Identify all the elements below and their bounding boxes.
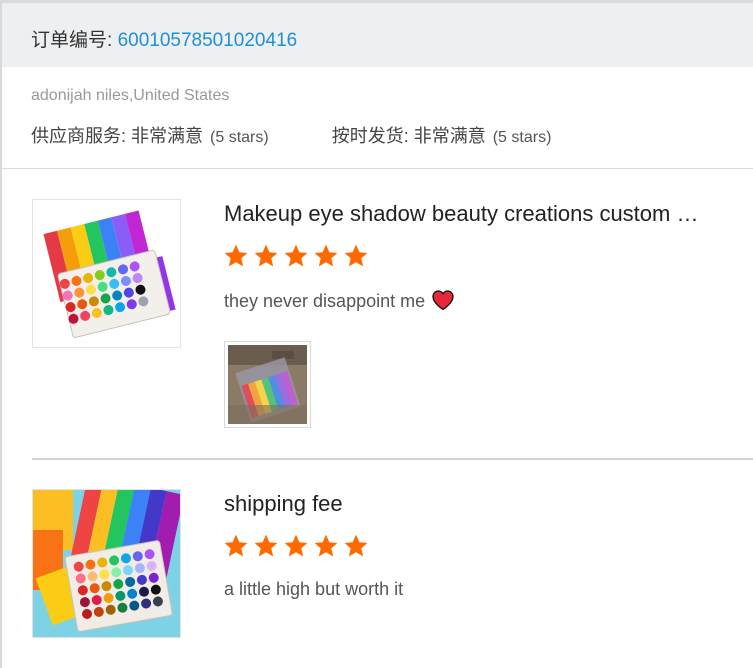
- seller-ratings: 供应商服务: 非常满意 (5 stars) 按时发货: 非常满意 (5 stars): [31, 122, 551, 148]
- on-time-shipping-rating: 按时发货: 非常满意 (5 stars): [332, 122, 552, 148]
- star-icon: [254, 534, 278, 557]
- product-title-link[interactable]: Makeup eye shadow beauty creations custo…: [224, 201, 729, 227]
- feedback-panel: 订单编号: 60010578501020416 adonijah niles,U…: [0, 0, 753, 668]
- buyer-info: adonijah niles,United States: [31, 87, 230, 104]
- rating-value: 非常满意: [131, 126, 204, 146]
- product-thumbnail[interactable]: [32, 199, 181, 348]
- rating-stars-text: (5 stars): [492, 129, 552, 146]
- review-comment: a little high but worth it: [224, 579, 403, 600]
- star-rating: [223, 533, 373, 561]
- order-header: 订单编号: 60010578501020416: [2, 3, 753, 67]
- order-number-link[interactable]: 60010578501020416: [118, 30, 298, 51]
- star-rating: [223, 243, 373, 271]
- review-comment-text: they never disappoint me: [224, 291, 426, 311]
- review-photo[interactable]: [224, 341, 311, 428]
- rating-label: 供应商服务:: [31, 126, 132, 146]
- product-thumbnail[interactable]: [32, 489, 181, 638]
- star-icon: [314, 244, 338, 267]
- star-icon: [224, 534, 248, 557]
- order-number-label: 订单编号:: [31, 30, 118, 51]
- product-title-link[interactable]: shipping fee: [224, 491, 729, 517]
- star-icon: [284, 534, 308, 557]
- section-divider: [2, 168, 753, 169]
- rating-stars-text: (5 stars): [210, 129, 269, 146]
- star-icon: [284, 244, 308, 267]
- supplier-service-rating: 供应商服务: 非常满意 (5 stars): [31, 122, 269, 148]
- star-icon: [254, 244, 278, 267]
- rating-label: 按时发货:: [331, 126, 414, 146]
- star-icon: [224, 244, 248, 267]
- heart-icon: [432, 290, 454, 311]
- star-icon: [314, 534, 338, 557]
- rating-value: 非常满意: [413, 126, 486, 146]
- star-icon: [344, 534, 368, 557]
- review-comment-text: a little high but worth it: [224, 579, 404, 599]
- review-comment: they never disappoint me: [224, 289, 455, 312]
- star-icon: [344, 244, 368, 267]
- review-divider: [32, 458, 753, 460]
